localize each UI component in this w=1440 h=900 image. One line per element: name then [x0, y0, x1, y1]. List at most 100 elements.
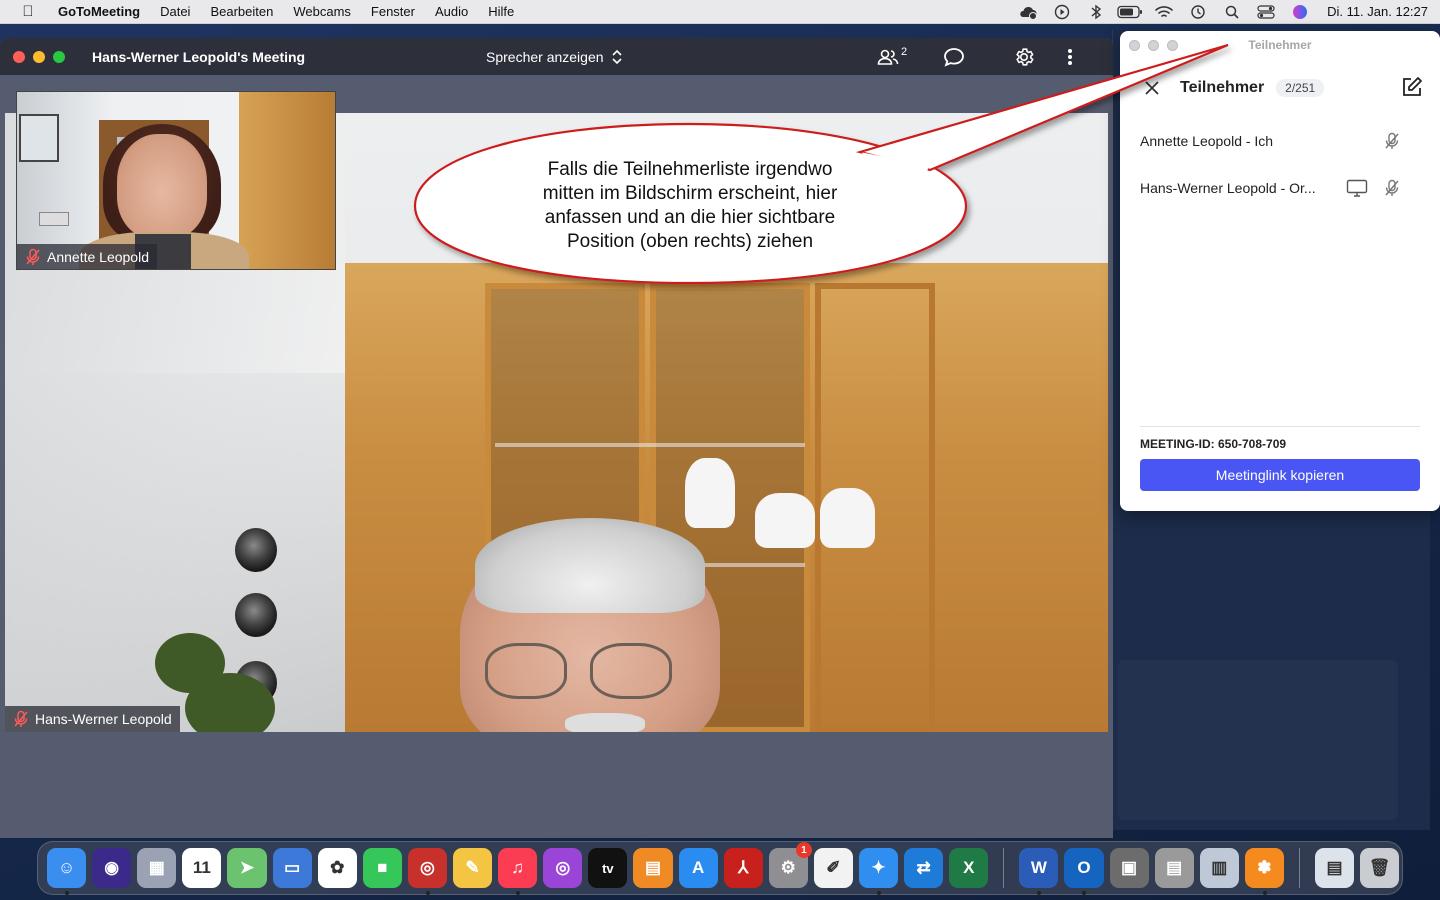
dock-word-icon[interactable]: W	[1019, 848, 1059, 895]
dock-glyph: ⅄	[738, 858, 749, 877]
cloud-icon[interactable]	[1011, 0, 1045, 24]
dock-glyph: ▤	[1326, 858, 1343, 877]
video-cup	[820, 488, 875, 548]
menu-bar:  GoToMeeting Datei Bearbeiten Webcams F…	[0, 0, 1440, 24]
participants-panel-titlebar[interactable]: Teilnehmer	[1120, 31, 1440, 59]
wifi-icon[interactable]	[1147, 0, 1181, 24]
dock-outlook-icon[interactable]: O	[1064, 848, 1104, 895]
dock-glyph: ▤	[644, 858, 661, 877]
dock-scanner-icon[interactable]: ▤	[1154, 848, 1194, 888]
dock-music-icon[interactable]: ♫	[498, 848, 538, 895]
dock-downloads-stack-icon[interactable]: ▤	[1314, 848, 1355, 888]
running-indicator	[425, 891, 430, 895]
settings-button[interactable]	[1010, 38, 1038, 75]
video-wall-knob	[235, 528, 277, 572]
close-icon[interactable]	[1140, 76, 1164, 100]
meeting-window: Hans-Werner Leopold's Meeting Sprecher a…	[0, 38, 1113, 838]
panel-window-title: Teilnehmer	[1248, 38, 1312, 52]
battery-icon[interactable]	[1113, 0, 1147, 24]
dock-system-preferences-icon[interactable]: ⚙ 1	[768, 842, 812, 888]
dock: ☺ ◉ ▦ 11 ➤ ▭ ✿ ■ ◎ ✎ ♫ ◎ tv ▤ A ⅄ ⚙ 1 ✐ ✦ ⇄ X W O ▣ ▤ ▥ ✽ ▤ 🗑	[37, 841, 1403, 895]
people-icon	[877, 49, 899, 65]
menu-datei[interactable]: Datei	[150, 4, 200, 19]
thumbnail-video[interactable]: Annette Leopold	[16, 91, 336, 270]
play-circle-icon[interactable]	[1045, 0, 1079, 24]
video-glasses	[590, 643, 672, 699]
participant-row[interactable]: Hans-Werner Leopold - Or...	[1120, 164, 1440, 211]
meeting-title: Hans-Werner Leopold's Meeting	[92, 48, 306, 65]
dock-glyph: ✐	[826, 858, 841, 877]
search-icon[interactable]	[1215, 0, 1249, 24]
control-center-icon[interactable]	[1249, 0, 1283, 24]
thumbnail-name-tag: Annette Leopold	[17, 244, 157, 269]
apple-menu-icon[interactable]: 	[0, 3, 56, 20]
dock-podcasts-icon[interactable]: ◎	[543, 848, 583, 888]
dock-glyph: ◉	[104, 858, 120, 877]
dock-safari-icon[interactable]: ✦	[858, 848, 899, 895]
dock-glyph: ♫	[511, 858, 525, 877]
bluetooth-icon[interactable]	[1079, 0, 1113, 24]
zoom-window-button[interactable]	[53, 50, 65, 63]
menu-clock[interactable]: Di. 11. Jan. 12:27	[1317, 4, 1428, 19]
meeting-titlebar[interactable]: Hans-Werner Leopold's Meeting Sprecher a…	[0, 38, 1113, 75]
dock-glyph: ➤	[239, 858, 255, 877]
view-mode-selector[interactable]: Sprecher anzeigen	[486, 38, 622, 75]
edit-icon[interactable]	[1400, 75, 1424, 99]
menu-app-name[interactable]: GoToMeeting	[56, 4, 150, 19]
dock-textedit-icon[interactable]: ✐	[813, 848, 853, 888]
copy-meeting-link-button[interactable]: Meetinglink kopieren	[1140, 459, 1420, 491]
dock-keynote-icon[interactable]: ▭	[272, 848, 312, 888]
running-indicator	[516, 891, 521, 895]
menu-audio[interactable]: Audio	[425, 4, 478, 19]
dock-photo-booth-icon[interactable]: ◎	[407, 848, 447, 895]
dock-photos-icon[interactable]: ✿	[317, 848, 357, 888]
mic-muted-icon	[14, 710, 28, 727]
participant-name: Hans-Werner Leopold - Or...	[1140, 179, 1316, 196]
dock-glyph: W	[1030, 858, 1047, 877]
dock-excel-icon[interactable]: X	[949, 848, 989, 888]
participants-button[interactable]: 2	[872, 38, 912, 75]
participant-name: Annette Leopold - Ich	[1140, 132, 1274, 149]
dock-facetime-icon[interactable]: ■	[362, 848, 402, 888]
menu-webcams[interactable]: Webcams	[283, 4, 361, 19]
thumb-light-switch	[39, 212, 69, 226]
dock-calendar-icon[interactable]: 11	[182, 848, 222, 888]
participant-count-badge: 2/251	[1276, 79, 1325, 97]
dock-glyph: O	[1077, 858, 1091, 877]
close-window-button[interactable]	[13, 50, 25, 63]
dock-maps-icon[interactable]: ➤	[227, 848, 267, 888]
dock-launchpad-icon[interactable]: ▦	[137, 848, 177, 888]
participants-panel: Teilnehmer Teilnehmer 2/251 Annette Leop…	[1120, 31, 1440, 511]
dock-tv-icon[interactable]: tv	[588, 848, 628, 888]
more-options-button[interactable]	[1060, 38, 1080, 75]
updown-chevron-icon	[611, 49, 622, 64]
siri-icon[interactable]	[1283, 0, 1317, 24]
main-speaker-name-tag: Hans-Werner Leopold	[5, 706, 180, 732]
running-indicator	[1037, 891, 1042, 895]
video-cup	[755, 493, 815, 548]
dock-glyph: 🗑	[1368, 858, 1391, 877]
dock-teamviewer-icon[interactable]: ⇄	[904, 848, 944, 888]
video-glasses	[485, 643, 567, 699]
menu-fenster[interactable]: Fenster	[361, 4, 425, 19]
time-machine-icon[interactable]	[1181, 0, 1215, 24]
menu-hilfe[interactable]: Hilfe	[478, 4, 524, 19]
mic-muted-icon[interactable]	[1384, 179, 1400, 197]
dock-trash-icon[interactable]: 🗑	[1360, 848, 1400, 888]
minimize-window-button[interactable]	[33, 50, 45, 63]
dock-preview-icon[interactable]: ▥	[1199, 848, 1239, 888]
mic-muted-icon[interactable]	[1384, 132, 1400, 150]
dock-pages-icon[interactable]: ✎	[452, 848, 493, 888]
dock-siri-icon[interactable]: ◉	[92, 848, 132, 888]
dock-app-store-icon[interactable]: A	[678, 848, 718, 888]
participant-row[interactable]: Annette Leopold - Ich	[1120, 117, 1440, 164]
dock-acrobat-icon[interactable]: ⅄	[723, 848, 763, 888]
dock-printer-icon[interactable]: ▣	[1109, 848, 1149, 888]
menu-bearbeiten[interactable]: Bearbeiten	[200, 4, 283, 19]
chat-button[interactable]	[940, 38, 968, 75]
dock-books-icon[interactable]: ▤	[633, 848, 673, 888]
dock-finder-icon[interactable]: ☺	[47, 848, 87, 895]
dock-glyph: ✎	[465, 858, 480, 877]
dock-gotomeeting-icon[interactable]: ✽	[1244, 848, 1284, 895]
thumb-face	[117, 134, 207, 239]
